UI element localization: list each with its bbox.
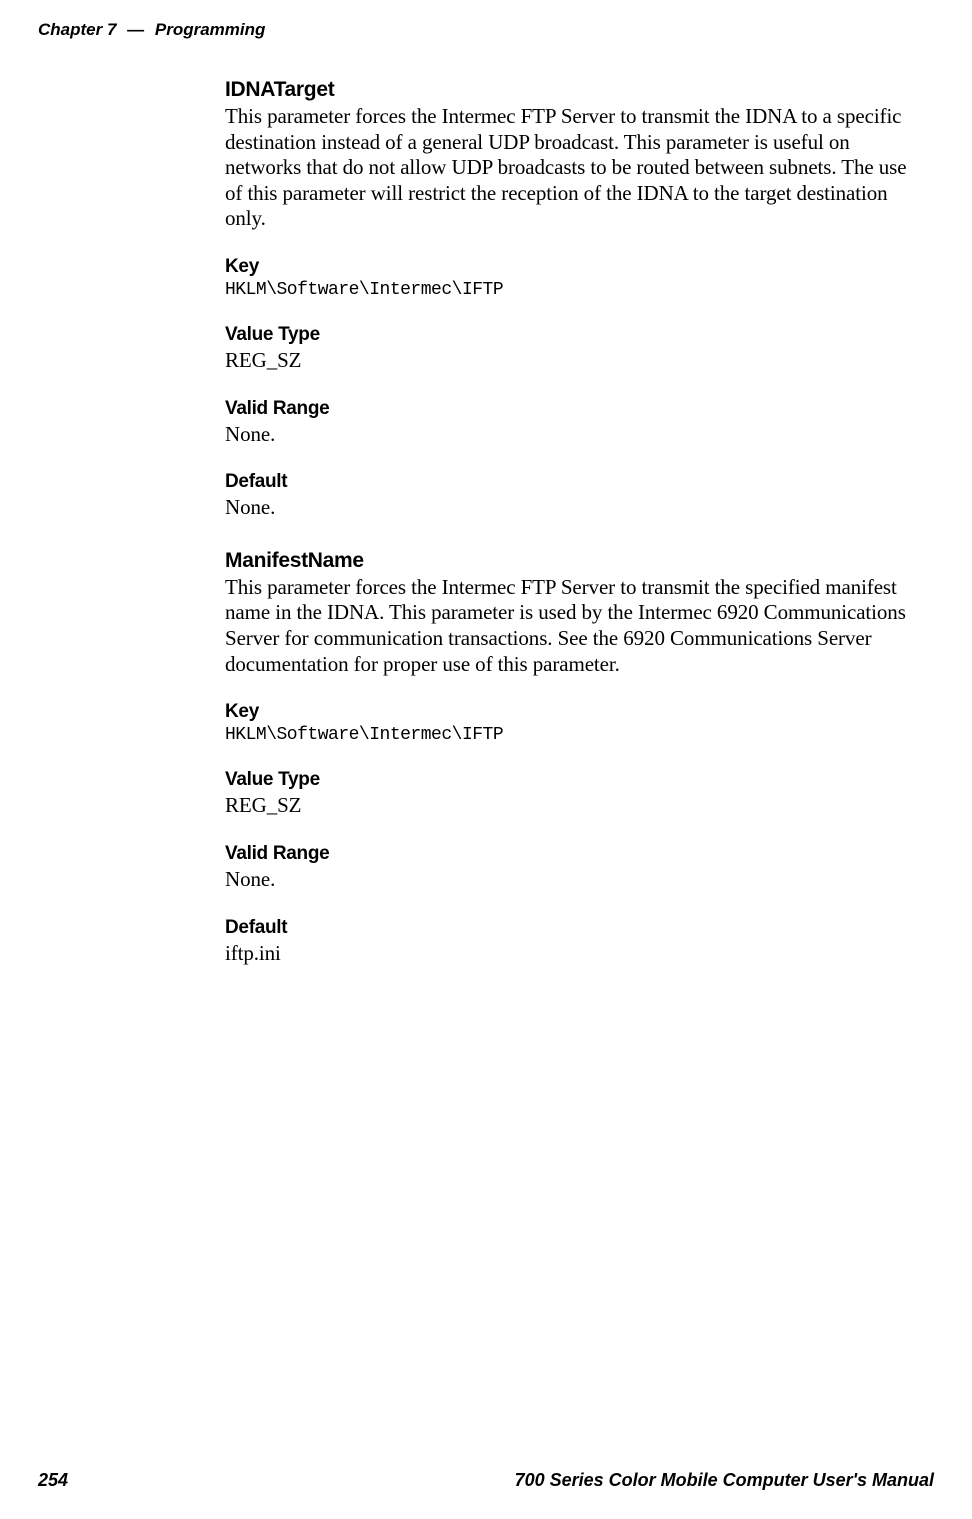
manifestname-key-label: Key: [225, 701, 925, 723]
manifestname-valuetype-label: Value Type: [225, 769, 925, 791]
footer-title: 700 Series Color Mobile Computer User's …: [515, 1470, 934, 1491]
idnatarget-validrange-label: Valid Range: [225, 398, 925, 420]
manifestname-heading: ManifestName: [225, 549, 925, 573]
manifestname-body: This parameter forces the Intermec FTP S…: [225, 575, 925, 677]
idnatarget-default-value: None.: [225, 495, 925, 521]
manifestname-key-value: HKLM\Software\Intermec\IFTP: [225, 725, 925, 745]
manifestname-default-value: iftp.ini: [225, 941, 925, 967]
idnatarget-valuetype-value: REG_SZ: [225, 348, 925, 374]
page-number: 254: [38, 1470, 68, 1491]
page-footer: 254 700 Series Color Mobile Computer Use…: [38, 1470, 934, 1491]
header-separator: —: [127, 20, 144, 39]
main-content: IDNATarget This parameter forces the Int…: [225, 78, 925, 966]
manifestname-valuetype-value: REG_SZ: [225, 793, 925, 819]
idnatarget-key-label: Key: [225, 256, 925, 278]
idnatarget-valuetype-label: Value Type: [225, 324, 925, 346]
header-title: Programming: [155, 20, 266, 39]
idnatarget-key-value: HKLM\Software\Intermec\IFTP: [225, 280, 925, 300]
chapter-label: Chapter 7: [38, 20, 116, 39]
manifestname-validrange-value: None.: [225, 867, 925, 893]
idnatarget-body: This parameter forces the Intermec FTP S…: [225, 104, 925, 232]
idnatarget-heading: IDNATarget: [225, 78, 925, 102]
idnatarget-validrange-value: None.: [225, 422, 925, 448]
manifestname-validrange-label: Valid Range: [225, 843, 925, 865]
idnatarget-default-label: Default: [225, 471, 925, 493]
page-header: Chapter 7 — Programming: [38, 20, 265, 40]
manifestname-default-label: Default: [225, 917, 925, 939]
